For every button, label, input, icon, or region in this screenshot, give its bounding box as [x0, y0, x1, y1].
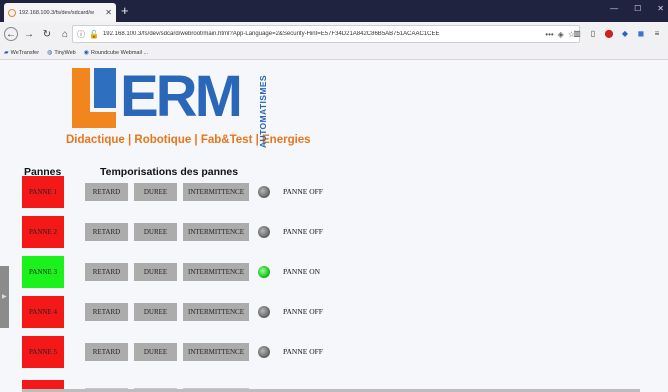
menu-icon[interactable]: ≡	[652, 28, 662, 38]
erm-logo: ERM Didactique | Robotique | Fab&Test | …	[64, 64, 311, 153]
status-led-icon	[258, 266, 270, 278]
duree-button[interactable]: DUREE	[134, 343, 177, 361]
panne-row: PANNE 5 RETARD DUREE INTERMITTENCE PANNE OFF	[0, 336, 668, 368]
panne-row: PANNE 2 RETARD DUREE INTERMITTENCE PANNE OFF	[0, 216, 668, 248]
retard-button[interactable]: RETARD	[85, 183, 128, 201]
page-actions-icon[interactable]: •••	[545, 30, 553, 39]
intermittence-button[interactable]: INTERMITTENCE	[183, 263, 249, 281]
panne-status-text: PANNE OFF	[283, 347, 323, 356]
info-icon[interactable]: ⓘ	[77, 29, 85, 40]
panne-status-text: PANNE OFF	[283, 187, 323, 196]
browser-nav-bar: ← → ↻ ⌂ ⓘ 🔓 192.168.100.3/fs/dev/sdcard/…	[0, 22, 668, 46]
bookmark-wetransfer[interactable]: ▰ WeTransfer	[4, 49, 39, 57]
close-tab-icon[interactable]: ✕	[105, 8, 112, 17]
panne-toggle-button[interactable]: PANNE 5	[22, 336, 64, 368]
roundcube-icon: ◉	[83, 50, 89, 56]
window-controls: — ☐ ✕	[610, 4, 664, 13]
close-window-icon[interactable]: ✕	[657, 4, 664, 13]
panne-toggle-button[interactable]: PANNE 3	[22, 256, 64, 288]
home-icon[interactable]: ⌂	[58, 27, 72, 41]
globe-icon: ◍	[47, 50, 53, 56]
extension-icon[interactable]: ◆	[620, 28, 630, 38]
minimize-icon[interactable]: —	[610, 4, 618, 13]
status-led-icon	[258, 346, 270, 358]
wetransfer-icon: ▰	[4, 50, 9, 56]
url-text[interactable]: 192.168.100.3/fs/dev/sdcard/webroot/main…	[103, 31, 541, 37]
bookmark-roundcube[interactable]: ◉ Roundcube Webmail ...	[83, 49, 148, 57]
sidebar-icon[interactable]: ▯	[588, 28, 598, 38]
retard-button[interactable]: RETARD	[85, 223, 128, 241]
intermittence-button[interactable]: INTERMITTENCE	[183, 183, 249, 201]
page-favicon-icon	[8, 8, 16, 17]
browser-tab-bar: 192.168.100.3/fs/dev/sdcard/w ✕ + — ☐ ✕	[0, 0, 668, 22]
browser-tab[interactable]: 192.168.100.3/fs/dev/sdcard/w ✕	[4, 3, 116, 22]
panne-toggle-button[interactable]: PANNE 1	[22, 176, 64, 208]
pocket-icon[interactable]: ◈	[558, 30, 564, 39]
retard-button[interactable]: RETARD	[85, 303, 128, 321]
insecure-lock-icon[interactable]: 🔓	[89, 30, 99, 39]
logo-name: ERM	[120, 64, 243, 129]
panne-row: PANNE 3 RETARD DUREE INTERMITTENCE PANNE ON	[0, 256, 668, 288]
panne-toggle-button[interactable]: PANNE 2	[22, 216, 64, 248]
duree-button[interactable]: DUREE	[134, 223, 177, 241]
new-tab-icon[interactable]: +	[121, 3, 129, 19]
retard-button[interactable]: RETARD	[85, 343, 128, 361]
status-led-icon	[258, 226, 270, 238]
forward-arrow-icon[interactable]: →	[22, 27, 36, 41]
page-content: ▶ ERM Didactique | Robotique | Fab&Test …	[0, 60, 668, 392]
logo-vertical-text: AUTOMATISMES	[258, 75, 268, 148]
panne-status-text: PANNE OFF	[283, 307, 323, 316]
back-arrow-icon[interactable]: ←	[4, 27, 18, 41]
maximize-icon[interactable]: ☐	[634, 4, 641, 13]
panne-toggle-button[interactable]: PANNE 4	[22, 296, 64, 328]
duree-button[interactable]: DUREE	[134, 263, 177, 281]
retard-button[interactable]: RETARD	[85, 263, 128, 281]
panne-row: PANNE 1 RETARD DUREE INTERMITTENCE PANNE OFF	[0, 176, 668, 208]
bookmarks-bar: ▰ WeTransfer ◍ TinyWeb ◉ Roundcube Webma…	[0, 46, 668, 60]
status-led-icon	[258, 186, 270, 198]
logo-tagline: Didactique | Robotique | Fab&Test | Ener…	[66, 134, 311, 146]
toolbar-icons: ▥ ▯ ⬤ ◆ ◼ ≡	[572, 28, 662, 38]
duree-button[interactable]: DUREE	[134, 183, 177, 201]
library-icon[interactable]: ▥	[572, 28, 582, 38]
panne-row: PANNE 4 RETARD DUREE INTERMITTENCE PANNE OFF	[0, 296, 668, 328]
duree-button[interactable]: DUREE	[134, 303, 177, 321]
panne-status-text: PANNE OFF	[283, 227, 323, 236]
intermittence-button[interactable]: INTERMITTENCE	[183, 303, 249, 321]
bookmark-tinyweb[interactable]: ◍ TinyWeb	[47, 49, 76, 57]
intermittence-button[interactable]: INTERMITTENCE	[183, 223, 249, 241]
address-bar[interactable]: ⓘ 🔓 192.168.100.3/fs/dev/sdcard/webroot/…	[72, 25, 580, 43]
status-led-icon	[258, 306, 270, 318]
shield-icon[interactable]: ⬤	[604, 28, 614, 38]
panne-status-text: PANNE ON	[283, 267, 321, 276]
reload-icon[interactable]: ↻	[40, 27, 54, 41]
tab-title: 192.168.100.3/fs/dev/sdcard/w	[19, 9, 94, 16]
extension-2-icon[interactable]: ◼	[636, 28, 646, 38]
intermittence-button[interactable]: INTERMITTENCE	[183, 343, 249, 361]
